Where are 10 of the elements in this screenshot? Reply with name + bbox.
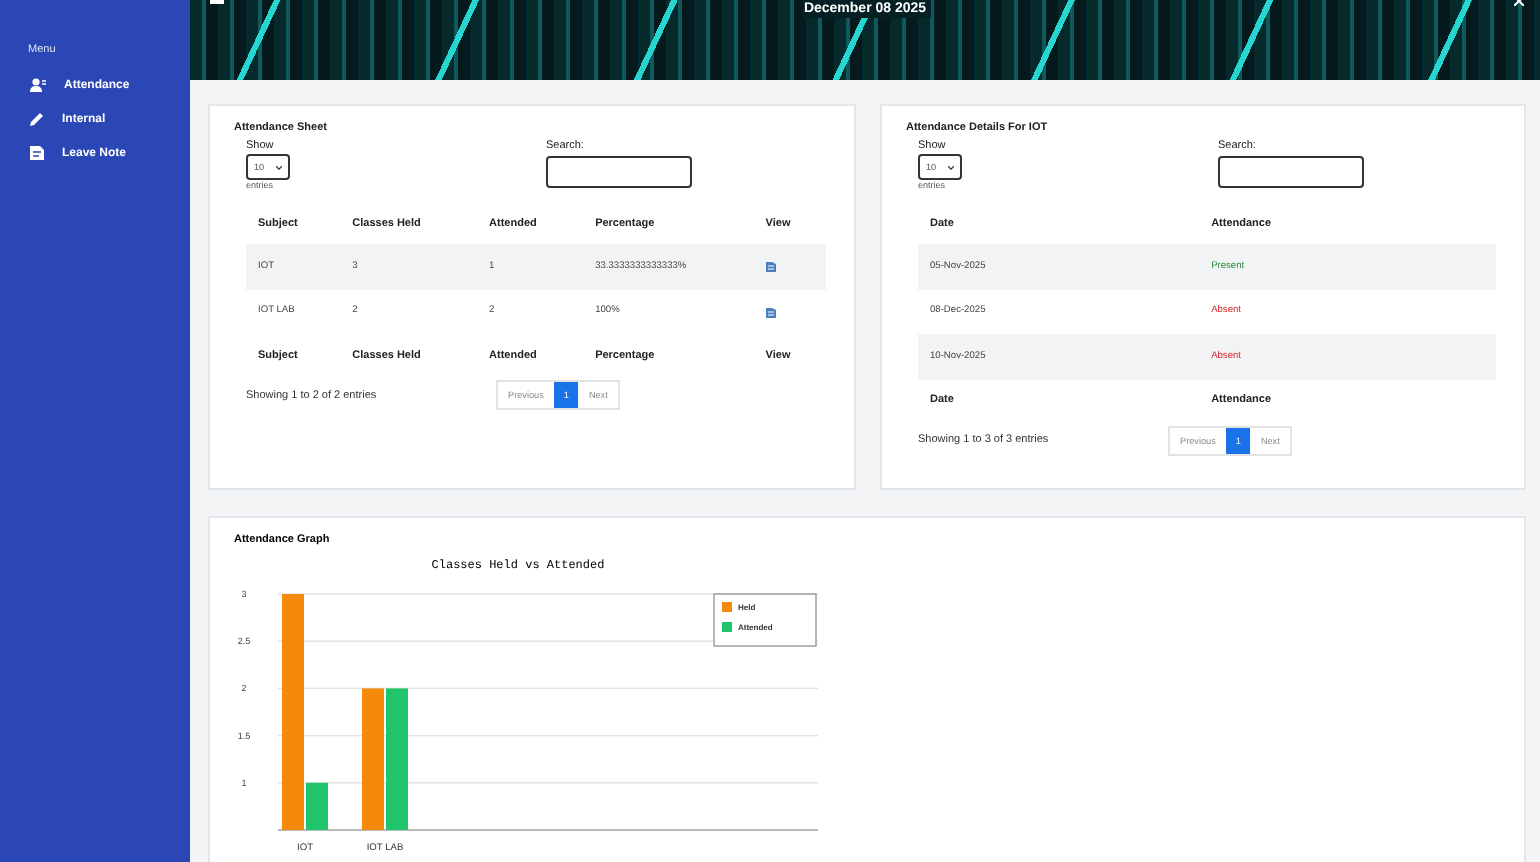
view-icon[interactable] (765, 260, 776, 273)
caret-icon (276, 165, 282, 169)
search-field[interactable] (1218, 156, 1364, 188)
note-icon (30, 146, 44, 160)
view-icon[interactable] (765, 305, 776, 318)
user-icon (30, 78, 46, 92)
search-field[interactable] (546, 156, 692, 188)
chart-legend (713, 593, 817, 647)
pencil-icon (30, 112, 44, 126)
caret-icon (948, 165, 954, 169)
